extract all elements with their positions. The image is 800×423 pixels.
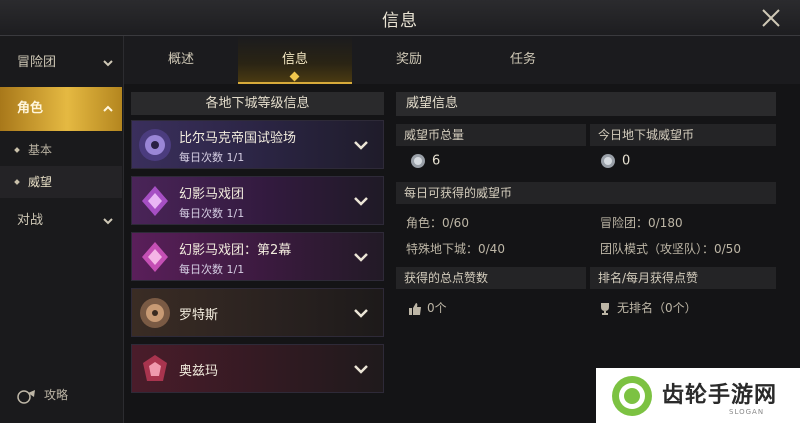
thumbs-up-icon [409,302,421,315]
title-bar: 信息 [0,0,800,36]
sidebar-item-character[interactable]: 角色 [0,87,122,131]
bullet-icon [14,147,20,153]
sidebar-subitem-basic[interactable]: 基本 [0,134,122,166]
trophy-icon [601,302,609,315]
dungeon-list-header: 各地下城等级信息 [131,92,384,115]
chevron-down-icon [354,253,368,262]
sidebar-item-battle[interactable]: 对战 [0,201,122,241]
sidebar-subitem-label: 基本 [28,143,53,157]
close-icon[interactable] [760,7,782,29]
dungeon-card[interactable]: 奥兹玛 [131,344,384,393]
total-likes-label: 获得的总点赞数 [396,267,586,289]
dungeon-card[interactable]: 幻影马戏团 每日次数 1/1 [131,176,384,225]
rank-label: 排名/每月获得点赞 [590,267,776,289]
window-title: 信息 [382,11,418,31]
sidebar-item-label: 对战 [17,213,44,228]
tab-quests[interactable]: 任务 [466,36,580,84]
dungeon-emblem-icon [142,242,168,272]
coin-icon [601,154,615,168]
dungeon-emblem-icon [140,298,170,328]
today-coins-value: 0 [600,153,630,169]
daily-coins-item: 团队模式（攻坚队）：0/50 [600,242,741,256]
watermark-text: 齿轮手游网 [662,383,778,408]
today-coins-label: 今日地下城威望币 [590,124,776,146]
dungeon-emblem-icon [139,129,171,161]
sidebar-item-label: 冒险团 [17,55,57,70]
tab-info[interactable]: 信息 [238,36,352,84]
sidebar-subitem-prestige[interactable]: 威望 [0,166,122,198]
chevron-down-icon [103,218,113,225]
dungeon-card[interactable]: 罗特斯 [131,288,384,337]
sidebar-item-adventure-team[interactable]: 冒险团 [0,43,122,83]
dungeon-daily-count: 每日次数 1/1 [179,151,245,164]
dungeon-daily-count: 每日次数 1/1 [179,207,245,220]
bullet-icon [14,179,20,185]
gear-logo-icon [612,376,652,416]
sidebar-item-label: 角色 [17,101,44,116]
chevron-down-icon [354,141,368,150]
tab-bar: 概述 信息 奖励 任务 [124,36,800,84]
dungeon-name: 幻影马戏团 [179,187,245,202]
total-likes-value: 0个 [408,299,447,316]
dungeon-daily-count: 每日次数 1/1 [179,263,245,276]
dungeon-card[interactable]: 幻影马戏团：第2幕 每日次数 1/1 [131,232,384,281]
dungeon-name: 奥兹玛 [179,364,219,379]
dungeon-card[interactable]: 比尔马克帝国试验场 每日次数 1/1 [131,120,384,169]
guide-icon [17,389,35,404]
total-coins-label: 威望币总量 [396,124,586,146]
rank-value: 无排名（0个） [598,299,697,316]
coin-icon [411,154,425,168]
chevron-down-icon [354,197,368,206]
chevron-down-icon [354,309,368,318]
sidebar: 冒险团 角色 基本 威望 对战 攻略 [0,36,124,423]
watermark-slogan: SLOGAN [729,408,765,416]
daily-coins-item: 角色：0/60 [406,216,469,230]
tab-rewards[interactable]: 奖励 [352,36,466,84]
tab-overview[interactable]: 概述 [124,36,238,84]
chevron-up-icon [103,105,113,112]
daily-coins-item: 冒险团：0/180 [600,216,683,230]
site-watermark: 齿轮手游网 SLOGAN [596,368,800,423]
total-coins-value: 6 [410,153,440,169]
dungeon-name: 幻影马戏团：第2幕 [179,243,292,258]
dungeon-emblem-icon [143,355,167,381]
daily-coins-label: 每日可获得的威望币 [396,182,776,204]
chevron-down-icon [103,60,113,67]
prestige-header: 威望信息 [396,92,776,116]
daily-coins-item: 特殊地下城：0/40 [406,242,505,256]
guide-button[interactable]: 攻略 [16,386,68,405]
guide-label: 攻略 [44,388,69,402]
chevron-down-icon [354,365,368,374]
sidebar-subitem-label: 威望 [28,175,53,189]
dungeon-name: 罗特斯 [179,308,219,323]
dungeon-emblem-icon [142,186,168,216]
dungeon-name: 比尔马克帝国试验场 [179,131,297,146]
